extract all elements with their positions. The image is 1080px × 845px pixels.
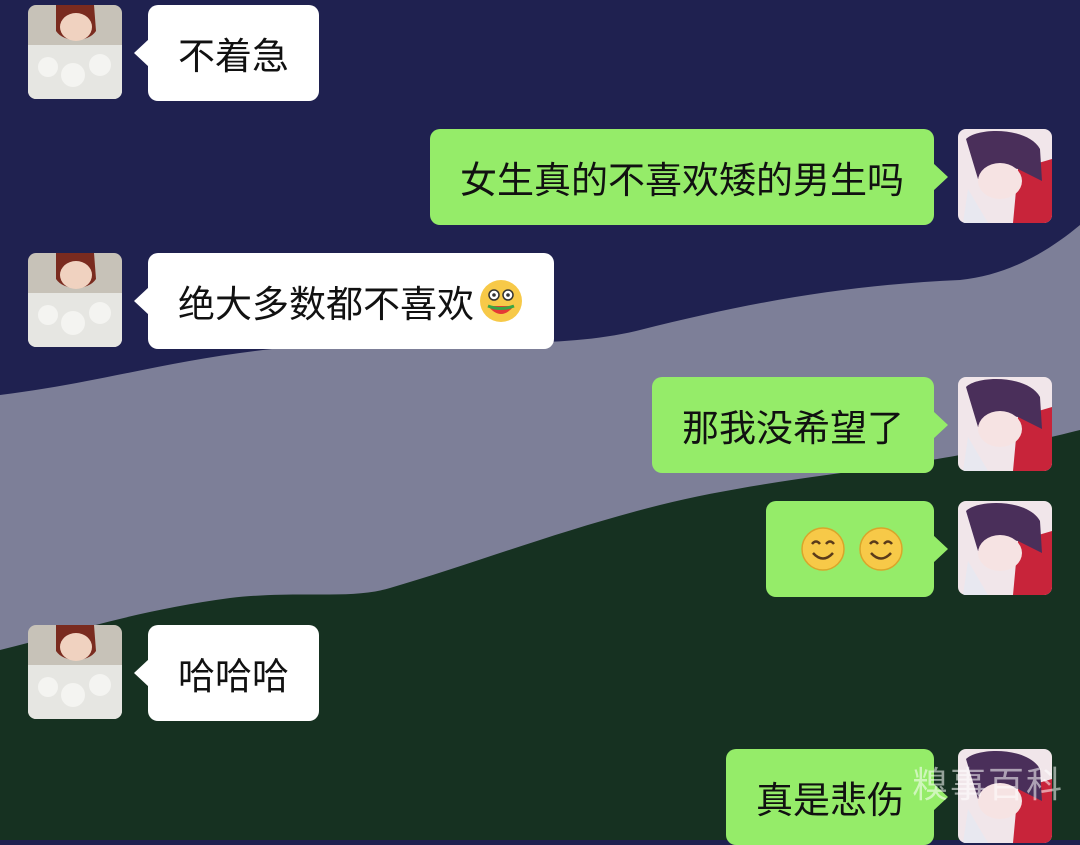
message-bubble[interactable]: 绝大多数都不喜欢	[134, 253, 554, 349]
message-bubble[interactable]: 女生真的不喜欢矮的男生吗	[430, 129, 948, 225]
message-text: 真是悲伤	[756, 779, 904, 822]
emoji-group	[796, 526, 904, 572]
message-bubble[interactable]: 真是悲伤	[726, 749, 948, 845]
message-row	[0, 501, 1080, 597]
watermelon-face-icon	[478, 278, 524, 324]
message-bubble[interactable]: 不着急	[134, 5, 319, 101]
message-bubble[interactable]	[766, 501, 948, 597]
message-row: 那我没希望了	[0, 377, 1080, 473]
smile-icon	[800, 526, 846, 572]
message-text: 不着急	[178, 35, 289, 78]
message-text: 绝大多数都不喜欢	[178, 283, 474, 326]
message-row: 不着急	[0, 5, 1080, 101]
watermark: 糗事百科	[912, 765, 1065, 806]
message-bubble[interactable]: 哈哈哈	[134, 625, 319, 721]
user-avatar[interactable]	[958, 377, 1052, 471]
message-row: 哈哈哈	[0, 625, 1080, 721]
message-bubble[interactable]: 那我没希望了	[652, 377, 948, 473]
message-row: 绝大多数都不喜欢	[0, 253, 1080, 349]
message-text: 女生真的不喜欢矮的男生吗	[460, 159, 904, 202]
contact-avatar[interactable]	[28, 5, 122, 99]
user-avatar[interactable]	[958, 501, 1052, 595]
message-text: 那我没希望了	[682, 407, 904, 450]
message-row: 女生真的不喜欢矮的男生吗	[0, 129, 1080, 225]
contact-avatar[interactable]	[28, 625, 122, 719]
message-text: 哈哈哈	[178, 655, 289, 698]
user-avatar[interactable]	[958, 129, 1052, 223]
smile-icon	[858, 526, 904, 572]
contact-avatar[interactable]	[28, 253, 122, 347]
